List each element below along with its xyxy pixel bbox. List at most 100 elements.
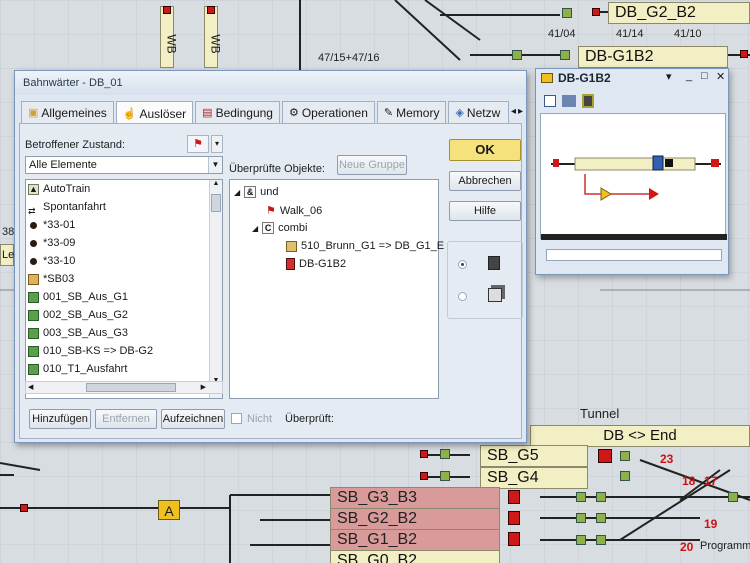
tree-node-block[interactable]: DB-G1B2	[286, 258, 346, 270]
list-item[interactable]: *33-10	[26, 252, 222, 270]
switch-icon[interactable]	[512, 50, 522, 60]
switch-icon[interactable]	[596, 535, 606, 545]
maximize-icon[interactable]: □	[701, 70, 708, 82]
new-group-button[interactable]: Neue Gruppe	[337, 155, 407, 175]
record-button[interactable]: Aufzeichnen	[161, 409, 225, 429]
signal-red-icon[interactable]	[207, 6, 215, 14]
element-list[interactable]: ▲ AutoTrain ⇄ Spontanfahrt *33-01 *33-09 *33-1…	[25, 179, 223, 399]
block-left-edge[interactable]: Le	[0, 244, 14, 266]
tab-memory[interactable]: ✎ Memory	[376, 101, 447, 123]
close-icon[interactable]: ✕	[716, 70, 725, 83]
tree-node-combi[interactable]: ◢ C combi	[252, 222, 308, 234]
add-button[interactable]: Hinzufügen	[29, 409, 91, 429]
block-sb-g4[interactable]: SB_G4	[480, 467, 588, 489]
minimize-icon[interactable]: _	[686, 70, 692, 82]
switch-icon[interactable]	[728, 492, 738, 502]
tab-scroll-left[interactable]: ◂	[511, 101, 516, 123]
list-item[interactable]: 001_SB_Aus_G1	[26, 288, 222, 306]
block-sb-g2-b2[interactable]: SB_G2_B2	[330, 508, 500, 530]
switch-icon[interactable]	[560, 50, 570, 60]
hscroll-thumb[interactable]	[86, 383, 176, 392]
track-label: 38	[2, 226, 15, 238]
list-item[interactable]: 002_SB_Aus_G2	[26, 306, 222, 324]
help-button[interactable]: Hilfe	[449, 201, 521, 221]
list-item-label: 001_SB_Aus_G1	[43, 291, 129, 303]
not-checkbox[interactable]	[231, 413, 242, 424]
signal-red-icon[interactable]	[740, 50, 748, 58]
list-item-label: *33-10	[43, 255, 76, 267]
element-list-scrollbar[interactable]: ▲ ▼	[209, 180, 222, 398]
element-list-hscroll[interactable]: ◀ ▶	[25, 381, 223, 394]
block-sb-g1-b2[interactable]: SB_G1_B2	[330, 529, 500, 551]
flag-icon[interactable]: ⚑	[187, 135, 209, 153]
switch-icon[interactable]	[576, 492, 586, 502]
scroll-up-icon[interactable]: ▲	[210, 180, 222, 192]
radio-single[interactable]	[458, 260, 467, 269]
block-sb-g3-b3[interactable]: SB_G3_B3	[330, 487, 500, 509]
signal-red-icon[interactable]	[508, 490, 520, 504]
block-sb-g5[interactable]: SB_G5	[480, 445, 588, 467]
tab-bedingung[interactable]: ▤ Bedingung	[195, 101, 280, 123]
element-filter-select[interactable]: Alle Elemente ▼	[25, 156, 223, 174]
marker-a[interactable]: A	[158, 500, 180, 520]
signal-red-icon[interactable]	[598, 449, 612, 463]
switch-icon[interactable]	[620, 471, 630, 481]
signal-red-icon[interactable]	[592, 8, 600, 16]
list-item[interactable]: *33-01	[26, 216, 222, 234]
switch-icon[interactable]	[562, 8, 572, 18]
signal-red-icon[interactable]	[508, 511, 520, 525]
signal-red-icon[interactable]	[420, 450, 428, 458]
block-db-g2-b2[interactable]: DB_G2_B2	[608, 2, 750, 24]
tab-ausloeser[interactable]: ☝ Auslöser	[115, 101, 194, 125]
signal-red-icon[interactable]	[20, 504, 28, 512]
block-sb-g0-b2[interactable]: SB_G0_B2	[330, 550, 500, 563]
switch-icon[interactable]	[620, 451, 630, 461]
list-item[interactable]: ⇄ Spontanfahrt	[26, 198, 222, 216]
list-item[interactable]: *SB03	[26, 270, 222, 288]
tab-label: Auslöser	[139, 106, 187, 121]
list-item[interactable]: 010_SB-KS => DB-G2	[26, 342, 222, 360]
remove-button[interactable]: Entfernen	[95, 409, 157, 429]
tab-scroll-right[interactable]: ▸	[518, 101, 523, 123]
switch-icon[interactable]	[576, 535, 586, 545]
block-db-end[interactable]: DB <> End	[530, 425, 750, 447]
flag-dropdown[interactable]: ▾	[211, 135, 223, 153]
tab-netzwerk[interactable]: ◈ Netzw	[448, 101, 509, 123]
tree-node-und[interactable]: ◢ & und	[234, 186, 279, 198]
list-item[interactable]: *33-09	[26, 234, 222, 252]
signalman-dialog: Bahnwärter - DB_01 ▣ Allgemeines ☝ Auslö…	[14, 70, 527, 443]
tab-operationen[interactable]: ⚙ Operationen	[281, 101, 375, 123]
tree-expand-icon[interactable]: ◢	[234, 188, 240, 197]
signal-red-icon[interactable]	[508, 532, 520, 546]
list-item[interactable]: ▲ AutoTrain	[26, 180, 222, 198]
block-db-g1b2[interactable]: DB-G1B2	[578, 46, 728, 68]
signal-red-icon[interactable]	[163, 6, 171, 14]
switch-icon[interactable]	[440, 449, 450, 459]
signal-red-icon[interactable]	[420, 472, 428, 480]
list-item[interactable]: 003_SB_Aus_G3	[26, 324, 222, 342]
ok-button[interactable]: OK	[449, 139, 521, 161]
scroll-thumb[interactable]	[211, 194, 221, 212]
list-item[interactable]: 010_T1_Ausfahrt	[26, 360, 222, 378]
radio-multi[interactable]	[458, 292, 467, 301]
scroll-left-icon[interactable]: ◀	[28, 382, 33, 393]
tab-allgemeines[interactable]: ▣ Allgemeines	[21, 101, 114, 123]
vertical-block-2[interactable]: WB	[204, 6, 223, 68]
switch-icon[interactable]	[440, 471, 450, 481]
switch-icon[interactable]	[596, 513, 606, 523]
window-view-icon[interactable]	[544, 95, 556, 107]
switch-icon[interactable]	[576, 513, 586, 523]
scroll-right-icon[interactable]: ▶	[201, 382, 206, 393]
tree-node-walk[interactable]: ⚑ Walk_06	[266, 204, 322, 218]
vertical-block-1[interactable]: WB	[160, 6, 179, 68]
switch-icon[interactable]	[596, 492, 606, 502]
train-icon[interactable]	[562, 95, 576, 107]
tree-expand-icon[interactable]: ◢	[252, 224, 258, 233]
tree-node-route[interactable]: 510_Brunn_G1 => DB_G1_E	[286, 240, 444, 252]
checked-objects-tree[interactable]: ◢ & und ⚑ Walk_06 ◢ C combi 510_Brunn_G1…	[229, 179, 444, 399]
dropdown-icon[interactable]: ▾	[666, 70, 672, 83]
chevron-down-icon[interactable]: ▼	[208, 157, 222, 173]
signal-icon[interactable]	[582, 94, 594, 108]
dialog-tabs: ▣ Allgemeines ☝ Auslöser ▤ Bedingung ⚙ O…	[21, 101, 523, 125]
cancel-button[interactable]: Abbrechen	[449, 171, 521, 191]
